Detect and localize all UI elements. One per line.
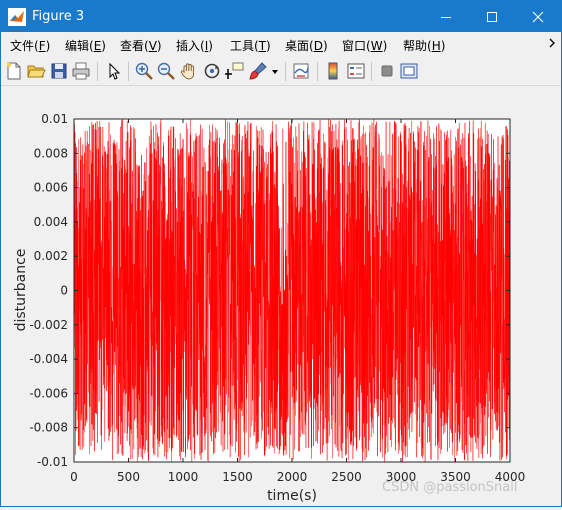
show-plot-tools-icon[interactable] xyxy=(399,61,419,81)
maximize-icon xyxy=(487,11,497,22)
menu-insert[interactable]: 插入(I) xyxy=(176,37,213,54)
y-tick-label: -0.008 xyxy=(29,421,68,435)
new-figure-icon[interactable] xyxy=(4,61,24,81)
x-tick-label: 1000 xyxy=(168,470,199,484)
hide-plot-tools-icon[interactable] xyxy=(377,61,397,81)
zoom-out-icon[interactable] xyxy=(156,61,176,81)
open-file-icon[interactable] xyxy=(26,61,46,81)
save-icon[interactable] xyxy=(49,61,69,81)
x-tick-label: 0 xyxy=(70,470,78,484)
minimize-icon xyxy=(441,16,451,18)
brush-icon[interactable] xyxy=(248,61,268,81)
minimize-button[interactable] xyxy=(423,1,469,32)
toolbar-separator xyxy=(285,62,286,81)
data-cursor-icon[interactable] xyxy=(225,61,245,81)
menu-file[interactable]: 文件(F) xyxy=(10,37,50,54)
chevron-right-icon[interactable] xyxy=(549,38,557,48)
link-plot-icon[interactable] xyxy=(291,61,311,81)
menu-view[interactable]: 查看(V) xyxy=(120,37,162,54)
menu-window[interactable]: 窗口(W) xyxy=(342,37,387,54)
y-tick-label: -0.01 xyxy=(37,455,68,469)
menu-bar: 文件(F) 编辑(E) 查看(V) 插入(I) 工具(T) 桌面(D) 窗口(W… xyxy=(1,32,561,57)
title-bar[interactable]: Figure 3 xyxy=(1,1,561,32)
menu-edit[interactable]: 编辑(E) xyxy=(65,37,106,54)
y-tick-label: 0.002 xyxy=(34,249,68,263)
maximize-button[interactable] xyxy=(469,1,515,32)
figure-toolbar xyxy=(1,57,561,86)
y-tick-label: -0.004 xyxy=(29,352,68,366)
menu-help[interactable]: 帮助(H) xyxy=(403,37,445,54)
x-tick-label: 2500 xyxy=(331,470,362,484)
x-tick-label: 1500 xyxy=(222,470,253,484)
toolbar-separator xyxy=(128,62,129,81)
insert-legend-icon[interactable] xyxy=(346,61,366,81)
x-tick-label: 500 xyxy=(117,470,140,484)
line-chart[interactable]: 0 500 1000 1500 2000 2500 3000 3500 4000 0.010.0… xyxy=(1,87,561,506)
pan-icon[interactable] xyxy=(179,61,199,81)
y-tick-label: 0 xyxy=(60,284,68,298)
x-tick-label: 2000 xyxy=(277,470,308,484)
brush-dropdown-icon[interactable] xyxy=(271,61,279,81)
x-axis-label: time(s) xyxy=(267,488,317,504)
y-tick-label: 0.01 xyxy=(41,112,68,126)
y-tick-label: -0.006 xyxy=(29,386,68,400)
menu-desktop[interactable]: 桌面(D) xyxy=(285,37,328,54)
toolbar-separator xyxy=(317,62,318,81)
rotate-3d-icon[interactable] xyxy=(202,61,222,81)
toolbar-separator xyxy=(371,62,372,81)
matlab-icon xyxy=(8,8,26,26)
print-icon[interactable] xyxy=(71,61,91,81)
y-axis-label: disturbance xyxy=(13,249,29,332)
figure-window: Figure 3 文件(F) 编辑(E) 查看(V) 插入(I) 工具(T) 桌… xyxy=(0,0,562,507)
zoom-in-icon[interactable] xyxy=(134,61,154,81)
y-tick-label: 0.004 xyxy=(34,215,68,229)
y-tick-label: 0.006 xyxy=(34,181,68,195)
watermark-text: CSDN @passionSnail xyxy=(382,480,518,495)
edit-plot-icon[interactable] xyxy=(104,61,124,81)
figure-canvas[interactable]: 0 500 1000 1500 2000 2500 3000 3500 4000 0.01 0.0… xyxy=(1,87,561,506)
toolbar-separator xyxy=(97,62,98,81)
insert-colorbar-icon[interactable] xyxy=(323,61,343,81)
y-tick-label: 0.008 xyxy=(34,146,68,160)
menu-tools[interactable]: 工具(T) xyxy=(230,37,271,54)
window-title: Figure 3 xyxy=(32,9,85,24)
close-button[interactable] xyxy=(515,1,561,32)
y-tick-label: -0.002 xyxy=(29,318,68,332)
close-icon xyxy=(532,11,544,22)
